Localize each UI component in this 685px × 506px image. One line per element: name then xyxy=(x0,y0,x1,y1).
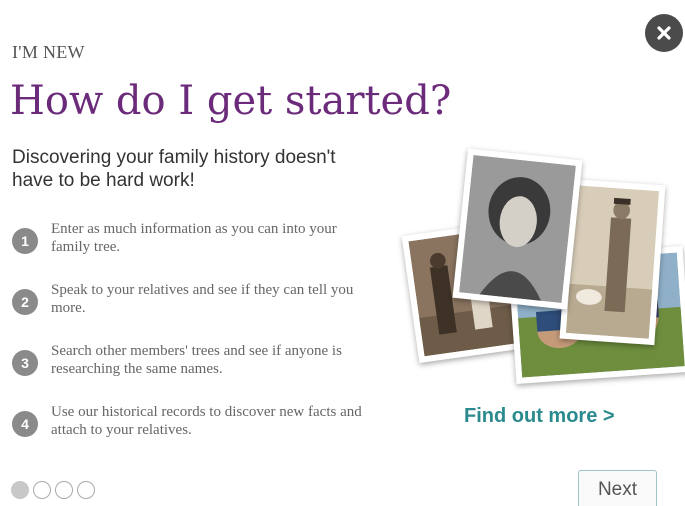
close-icon xyxy=(657,26,671,40)
pagination-dot[interactable] xyxy=(55,481,73,499)
step-number-badge: 1 xyxy=(12,228,38,254)
step-number-badge: 3 xyxy=(12,350,38,376)
pagination-dot-active[interactable] xyxy=(11,481,29,499)
step-text: Use our historical records to discover n… xyxy=(51,404,362,438)
pagination-dot[interactable] xyxy=(77,481,95,499)
step-item: 1 Enter as much information as you can i… xyxy=(12,220,392,281)
step-text: Enter as much information as you can int… xyxy=(51,221,337,255)
step-item: 3 Search other members' trees and see if… xyxy=(12,342,392,403)
close-button[interactable] xyxy=(645,14,683,52)
page-subtitle: Discovering your family history doesn't … xyxy=(12,147,336,191)
photo-portrait-woman xyxy=(452,148,583,310)
find-out-more-link[interactable]: Find out more > xyxy=(464,405,615,428)
section-eyebrow: I'M NEW xyxy=(12,42,85,62)
steps-list: 1 Enter as much information as you can i… xyxy=(12,220,392,464)
page-title: How do I get started? xyxy=(10,78,452,124)
next-button[interactable]: Next xyxy=(578,470,657,506)
step-item: 2 Speak to your relatives and see if the… xyxy=(12,281,392,342)
step-text: Search other members' trees and see if a… xyxy=(51,343,342,377)
step-number-badge: 2 xyxy=(12,289,38,315)
step-number-badge: 4 xyxy=(12,411,38,437)
family-photos-collage xyxy=(400,140,685,390)
step-item: 4 Use our historical records to discover… xyxy=(12,403,392,464)
step-text: Speak to your relatives and see if they … xyxy=(51,282,354,316)
pagination-dots xyxy=(11,481,95,499)
pagination-dot[interactable] xyxy=(33,481,51,499)
